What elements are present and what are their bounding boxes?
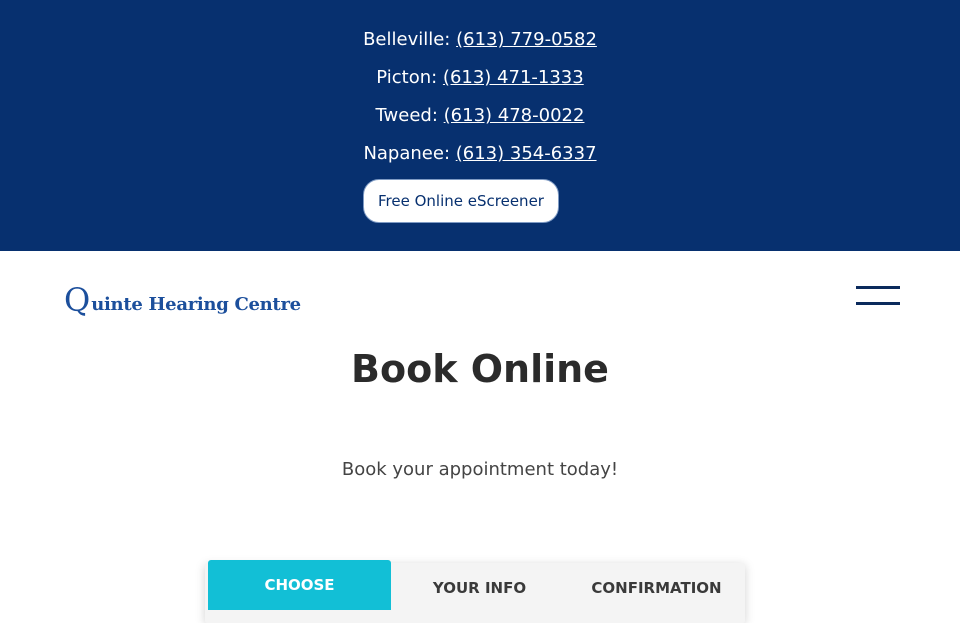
step-your-info[interactable]: YOUR INFO bbox=[391, 563, 568, 613]
location-label: Napanee: bbox=[363, 143, 451, 164]
logo-text: uinte Hearing Centre bbox=[91, 294, 301, 315]
phone-link[interactable]: (613) 478-0022 bbox=[444, 105, 585, 126]
free-escreener-button[interactable]: Free Online eScreener bbox=[363, 179, 559, 223]
site-logo[interactable]: Q uinte Hearing Centre bbox=[64, 277, 301, 317]
top-contact-bar: Belleville: (613) 779-0582 Picton: (613)… bbox=[0, 0, 960, 251]
phone-link[interactable]: (613) 779-0582 bbox=[456, 29, 597, 50]
logo-initial: Q bbox=[64, 281, 91, 319]
location-label: Picton: bbox=[376, 67, 438, 88]
location-phone-tweed: Tweed: (613) 478-0022 bbox=[0, 104, 960, 128]
booking-steps: CHOOSE YOUR INFO CONFIRMATION bbox=[205, 560, 745, 623]
phone-link[interactable]: (613) 471-1333 bbox=[443, 67, 584, 88]
page-title: Book Online bbox=[351, 347, 609, 391]
location-phone-napanee: Napanee: (613) 354-6337 bbox=[0, 142, 960, 166]
location-phone-belleville: Belleville: (613) 779-0582 bbox=[0, 28, 960, 52]
hamburger-menu-icon[interactable] bbox=[856, 286, 900, 306]
menu-line bbox=[856, 302, 900, 305]
menu-line bbox=[856, 286, 900, 289]
location-label: Tweed: bbox=[375, 105, 438, 126]
location-phone-picton: Picton: (613) 471-1333 bbox=[0, 66, 960, 90]
location-label: Belleville: bbox=[363, 29, 451, 50]
phone-link[interactable]: (613) 354-6337 bbox=[456, 143, 597, 164]
step-confirmation[interactable]: CONFIRMATION bbox=[568, 563, 745, 613]
step-choose[interactable]: CHOOSE bbox=[208, 560, 391, 610]
page-subtitle: Book your appointment today! bbox=[341, 459, 619, 480]
